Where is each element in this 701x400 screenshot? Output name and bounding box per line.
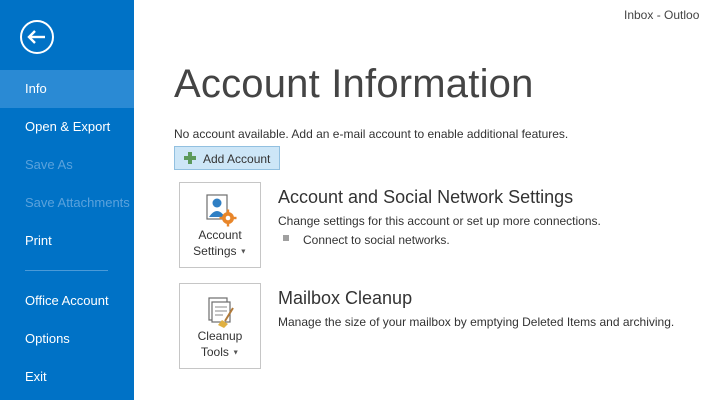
sidebar-divider	[25, 270, 108, 271]
cleanup-tools-label-line1: Cleanup	[197, 329, 243, 343]
cleanup-tools-button[interactable]: Cleanup Tools ▼	[179, 283, 261, 369]
backstage-sidebar: Info Open & Export Save As Save Attachme…	[0, 0, 134, 400]
add-account-button[interactable]: Add Account	[174, 146, 280, 170]
sidebar-item-exit[interactable]: Exit	[0, 358, 134, 396]
back-button[interactable]	[18, 18, 56, 56]
sidebar-item-save-as: Save As	[25, 157, 73, 172]
sidebar-item-options[interactable]: Options	[0, 320, 134, 358]
sidebar-item-print[interactable]: Print	[0, 222, 134, 260]
mailbox-cleanup-description: Manage the size of your mailbox by empty…	[278, 315, 675, 329]
sidebar-item-open-export[interactable]: Open & Export	[0, 108, 134, 146]
back-arrow-icon	[20, 20, 54, 54]
cleanup-tools-icon	[208, 297, 234, 328]
sidebar-item-save-attachments: Save Attachments	[25, 195, 130, 210]
account-settings-label-line1: Account	[198, 228, 242, 242]
sidebar-item-info[interactable]: Info	[0, 70, 134, 108]
add-account-label: Add Account	[203, 152, 271, 166]
mailbox-cleanup-title: Mailbox Cleanup	[278, 288, 413, 308]
account-settings-description: Change settings for this account or set …	[278, 214, 601, 228]
caret-down-icon: ▼	[232, 349, 240, 357]
sidebar-item-office-account[interactable]: Office Account	[0, 282, 134, 320]
account-settings-label-line2: Settings ▼	[193, 244, 247, 258]
account-settings-button[interactable]: Account Settings ▼	[179, 182, 261, 268]
plus-icon	[184, 152, 196, 164]
page-title: Account Information	[174, 62, 534, 106]
bullet-icon	[283, 235, 289, 241]
account-settings-icon	[206, 194, 237, 227]
cleanup-tools-label-line2: Tools ▼	[200, 345, 240, 359]
caret-down-icon: ▼	[239, 248, 247, 256]
account-settings-title: Account and Social Network Settings	[278, 187, 574, 207]
no-account-message: No account available. Add an e-mail acco…	[174, 127, 569, 141]
window-title: Inbox - Outloo	[624, 8, 700, 22]
connect-social-networks-link[interactable]: Connect to social networks.	[303, 233, 450, 247]
